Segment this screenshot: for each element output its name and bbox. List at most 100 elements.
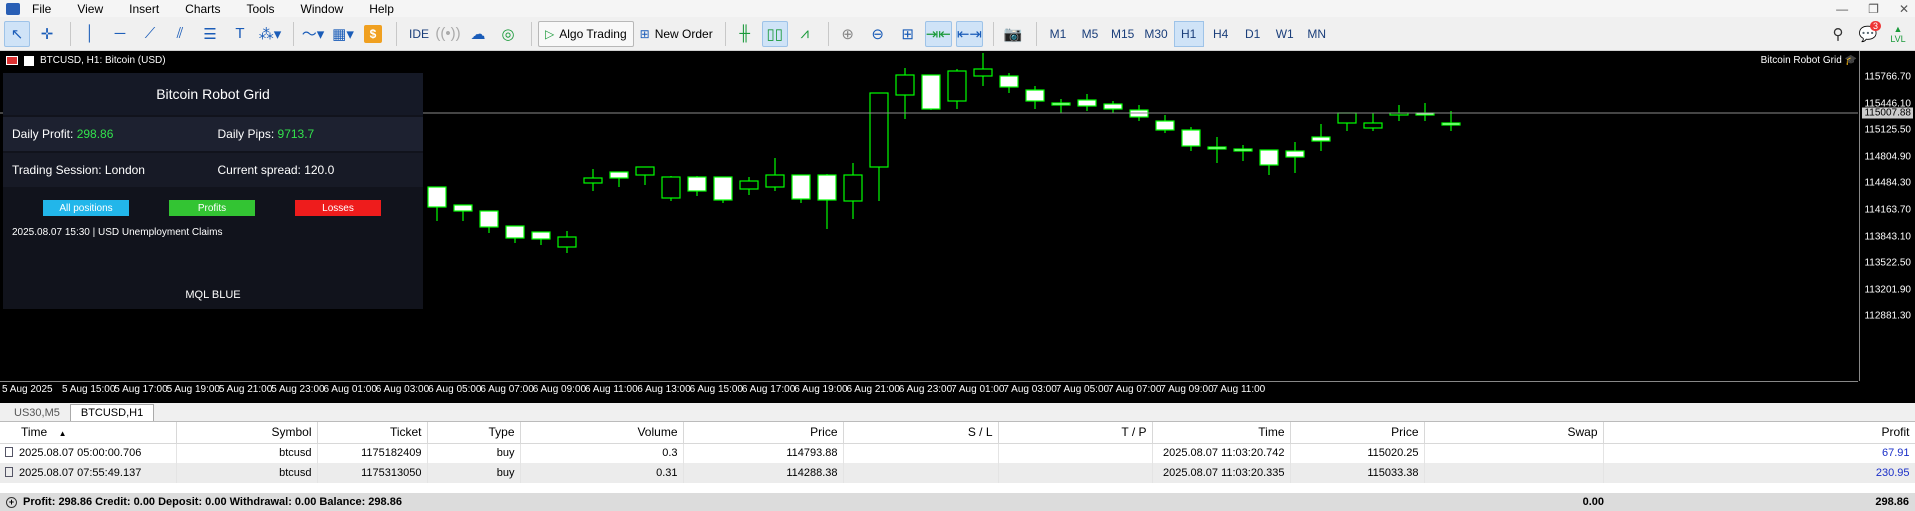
bar-chart-button[interactable]: ╫ <box>732 21 758 47</box>
menu-help[interactable]: Help <box>369 2 394 16</box>
column-header[interactable]: S / L <box>843 422 999 444</box>
column-header[interactable]: Profit <box>1603 422 1915 444</box>
search-button[interactable]: ⚲ <box>1825 21 1851 47</box>
all-positions-button[interactable]: All positions <box>43 200 129 216</box>
time-tick-label: 6 Aug 03:00 <box>375 384 430 395</box>
indicators-icon: 〜▾ <box>301 26 325 43</box>
ide-button[interactable]: IDE <box>403 21 435 47</box>
profits-button[interactable]: Profits <box>169 200 255 216</box>
minimize-button[interactable]: — <box>1836 2 1848 16</box>
trendline-button[interactable]: ⟋ <box>137 21 163 47</box>
timeframe-d1[interactable]: D1 <box>1238 21 1268 47</box>
candlestick-icon: ▯▯ <box>766 25 783 43</box>
horizontal-line-icon: ─ <box>114 25 126 42</box>
text-tool-button[interactable]: T <box>227 21 253 47</box>
expert-advisor-label[interactable]: Bitcoin Robot Grid 🎓 <box>1761 55 1857 66</box>
time-tick-label: 5 Aug 23:00 <box>271 384 325 395</box>
account-level-button[interactable]: ▲ LVL <box>1885 21 1911 47</box>
algo-trading-button[interactable]: ▷ Algo Trading <box>538 20 634 47</box>
price-tick-label: 114804.90 <box>1864 151 1911 163</box>
menu-window[interactable]: Window <box>301 2 344 16</box>
time-tick-label: 7 Aug 01:00 <box>951 384 1005 395</box>
tile-windows-button[interactable]: ⊞ <box>895 21 921 47</box>
candle-body <box>687 176 707 192</box>
templates-button[interactable]: ▦▾ <box>330 21 356 47</box>
column-header[interactable]: Swap <box>1424 422 1604 444</box>
timeframe-m1[interactable]: M1 <box>1043 21 1073 47</box>
text-icon: T <box>235 25 245 42</box>
candle-body <box>557 236 577 248</box>
table-cell: 1175182409 <box>317 443 428 463</box>
timeframe-w1[interactable]: W1 <box>1270 21 1300 47</box>
templates-icon: ▦▾ <box>332 25 354 43</box>
vertical-line-button[interactable]: │ <box>77 21 103 47</box>
restore-button[interactable]: ❐ <box>1868 2 1879 16</box>
toolbar-separator <box>396 21 397 46</box>
close-button[interactable]: ✕ <box>1899 2 1909 16</box>
table-cell: buy <box>427 463 521 483</box>
column-header[interactable]: Symbol <box>176 422 318 444</box>
table-row[interactable]: 2025.08.07 07:55:49.137 btcusd 117531305… <box>0 463 1915 483</box>
column-header[interactable]: Time ▲ <box>0 422 177 444</box>
candle-body <box>1181 129 1201 147</box>
time-tick-label: 5 Aug 17:00 <box>114 384 168 395</box>
menu-insert[interactable]: Insert <box>129 2 159 16</box>
line-chart-button[interactable]: ⩘ <box>792 21 818 47</box>
shapes-button[interactable]: ⁂▾ <box>257 21 283 47</box>
time-tick-label: 6 Aug 19:00 <box>794 384 848 395</box>
auto-scroll-button[interactable]: ⇥⇤ <box>924 20 952 47</box>
column-header[interactable]: Price <box>683 422 844 444</box>
losses-button[interactable]: Losses <box>295 200 381 216</box>
time-axis[interactable]: 5 Aug 2025 5 Aug 15:00 5 Aug 17:00 5 Aug 19… <box>0 381 1858 403</box>
price-tick-label: 113201.90 <box>1864 284 1911 296</box>
table-row[interactable]: 2025.08.07 05:00:00.706 btcusd 117518240… <box>0 443 1915 463</box>
column-header[interactable]: Ticket <box>317 422 428 444</box>
column-header[interactable]: T / P <box>998 422 1153 444</box>
window-controls: — ❐ ✕ <box>1836 0 1909 17</box>
copy-trading-button[interactable]: ◎ <box>495 21 521 47</box>
column-header[interactable]: Price <box>1290 422 1425 444</box>
target-icon: ◎ <box>501 25 515 43</box>
horizontal-line-button[interactable]: ─ <box>107 21 133 47</box>
indicators-button[interactable]: 〜▾ <box>300 21 326 47</box>
summary-profit: 298.86 <box>1875 496 1909 508</box>
timeframe-h4[interactable]: H4 <box>1206 21 1236 47</box>
price-tick-label: 114484.30 <box>1864 177 1911 189</box>
menu-file[interactable]: File <box>32 2 51 16</box>
candle-body <box>1103 103 1123 110</box>
menu-charts[interactable]: Charts <box>185 2 220 16</box>
timeframe-mn[interactable]: MN <box>1302 21 1332 47</box>
signals-button[interactable]: ((•)) <box>435 21 461 47</box>
play-icon: ▷ <box>545 26 555 41</box>
channel-button[interactable]: ⫽ <box>167 21 193 47</box>
tab-btcusd-h1[interactable]: BTCUSD,H1 <box>69 404 155 421</box>
price-axis[interactable]: 115766.70 115446.10 115125.50 114804.90 1144… <box>1859 51 1915 381</box>
zoom-out-button[interactable]: ⊖ <box>865 21 891 47</box>
zoom-in-button[interactable]: ⊕ <box>835 21 861 47</box>
column-header[interactable]: Volume <box>520 422 684 444</box>
screenshot-button[interactable]: 📷 <box>1000 21 1026 47</box>
fibonacci-button[interactable]: ☰ <box>197 21 223 47</box>
tab-us30-m5[interactable]: US30,M5 <box>4 405 70 421</box>
new-order-button[interactable]: ⊞ New Order <box>634 21 719 47</box>
crosshair-tool-button[interactable]: ✛ <box>34 21 60 47</box>
market-button[interactable]: $ <box>360 21 386 47</box>
column-header[interactable]: Type <box>427 422 521 444</box>
menu-tools[interactable]: Tools <box>247 2 275 16</box>
cursor-tool-button[interactable]: ↖ <box>4 20 30 47</box>
table-cell <box>1424 463 1604 483</box>
notifications-button[interactable]: 💬 3 <box>1855 20 1881 47</box>
menu-view[interactable]: View <box>77 2 103 16</box>
column-header[interactable]: Time <box>1152 422 1291 444</box>
timeframe-m15[interactable]: M15 <box>1107 21 1138 47</box>
expand-icon[interactable]: + <box>6 496 17 508</box>
timeframe-h1[interactable]: H1 <box>1173 20 1204 47</box>
price-chart[interactable]: BTCUSD, H1: Bitcoin (USD) Bitcoin Robot … <box>0 51 1915 403</box>
candle-body <box>1363 122 1383 129</box>
vps-button[interactable]: ☁ <box>465 21 491 47</box>
candlestick-button[interactable]: ▯▯ <box>761 20 788 47</box>
timeframe-m30[interactable]: M30 <box>1140 21 1171 47</box>
time-tick-label: 7 Aug 05:00 <box>1055 384 1110 395</box>
chart-shift-button[interactable]: ⇤⇥ <box>955 20 983 47</box>
timeframe-m5[interactable]: M5 <box>1075 21 1105 47</box>
